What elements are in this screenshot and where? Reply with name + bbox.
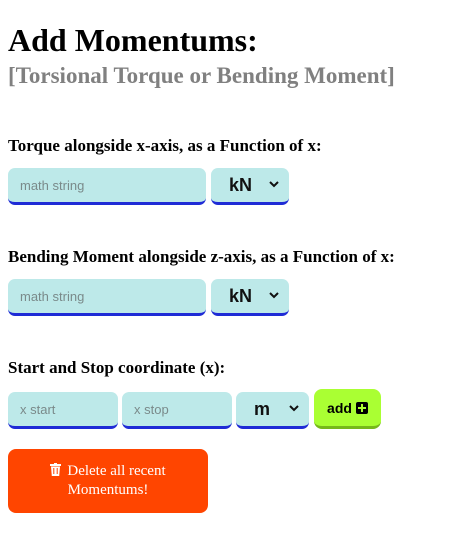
add-button-label: add: [327, 399, 352, 416]
bending-input[interactable]: math string: [8, 279, 206, 316]
bending-unit-select[interactable]: kN: [211, 279, 289, 316]
chevron-down-icon: [269, 292, 279, 299]
x-stop-placeholder: x stop: [134, 401, 169, 417]
chevron-down-icon: [269, 181, 279, 188]
torque-input-placeholder: math string: [20, 177, 85, 193]
page-subtitle: [Torsional Torque or Bending Moment]: [8, 63, 395, 88]
plus-square-icon: [355, 401, 368, 414]
delete-button-line2: Momentums!: [67, 482, 149, 498]
coords-label: Start and Stop coordinate (x):: [8, 358, 226, 377]
chevron-down-icon: [289, 405, 299, 412]
delete-all-button[interactable]: Delete all recent Momentums!: [8, 449, 208, 513]
torque-unit-select[interactable]: kN: [211, 168, 289, 205]
torque-input[interactable]: math string: [8, 168, 206, 205]
x-start-input[interactable]: x start: [8, 392, 118, 429]
torque-label: Torque alongside x-axis, as a Function o…: [8, 136, 322, 155]
trash-icon: [50, 463, 62, 476]
x-start-placeholder: x start: [20, 401, 56, 417]
coord-unit-value: m: [254, 398, 271, 419]
torque-unit-value: kN: [229, 174, 253, 195]
x-stop-input[interactable]: x stop: [122, 392, 232, 429]
add-button[interactable]: add: [314, 389, 381, 429]
bending-input-placeholder: math string: [20, 288, 85, 304]
page-title: Add Momentums:: [8, 22, 258, 58]
delete-button-line1: Delete all recent: [67, 463, 166, 479]
bending-unit-value: kN: [229, 285, 253, 306]
coord-unit-select[interactable]: m: [236, 392, 309, 429]
bending-label: Bending Moment alongside z-axis, as a Fu…: [8, 247, 395, 266]
